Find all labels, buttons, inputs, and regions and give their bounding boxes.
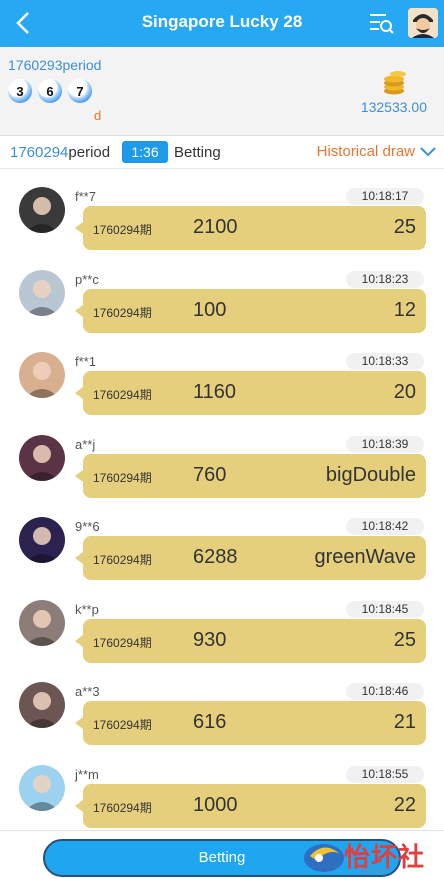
- bet-period: 1760294期: [93, 223, 152, 237]
- watermark-logo: 怡坏社区 al.com: [302, 833, 444, 879]
- bet-bubble: 1760294期 6288 greenWave: [75, 536, 426, 580]
- bet-period: 1760294期: [93, 470, 152, 485]
- username: 9**6: [75, 519, 100, 534]
- current-period: 1760294period: [10, 144, 110, 161]
- bet-choice: bigDouble: [325, 463, 416, 486]
- bet-amount: 2100: [193, 216, 238, 238]
- bet-choice: 21: [393, 711, 416, 733]
- username: f**1: [75, 354, 96, 369]
- watermark-domain: al.com: [360, 865, 387, 875]
- current-period-bar: 1760294period 1:36 Betting Historical dr…: [0, 136, 444, 169]
- bet-entry: p**c 10:18:23 1760294期 100 12: [0, 253, 444, 335]
- draw-ball: 7: [68, 79, 92, 103]
- bet-bubble: 1760294期 930 25: [75, 618, 426, 663]
- bet-time: 10:18:17: [346, 188, 424, 205]
- username: f**7: [75, 189, 96, 204]
- balance-value: 132533.00: [360, 99, 427, 115]
- bet-feed[interactable]: f**7 10:18:17 1760294期 2100 25 p**c 10:18:23 17…: [0, 170, 444, 830]
- avatar[interactable]: [19, 764, 65, 811]
- bet-period: 1760294期: [93, 553, 152, 567]
- bet-bubble: 1760294期 100 12: [75, 288, 426, 333]
- bet-time: 10:18:45: [346, 600, 424, 618]
- bet-period: 1760294期: [93, 800, 152, 815]
- bet-amount: 6288: [193, 546, 238, 568]
- bet-time: 10:18:46: [346, 683, 424, 700]
- list-search-icon[interactable]: [368, 10, 396, 36]
- coins-icon: [379, 67, 409, 95]
- last-draw-panel: 1760293period 3 6 7 d 132533.00: [0, 47, 444, 136]
- bet-bubble: 1760294期 1160 20: [75, 371, 426, 415]
- bet-time: 10:18:55: [346, 765, 424, 783]
- bet-amount: 1160: [193, 381, 237, 403]
- betting-state: Betting: [174, 144, 221, 161]
- bet-entry: k**p 10:18:45 1760294期 930 25: [0, 583, 444, 665]
- watermark-text: 怡坏社区: [344, 842, 426, 872]
- bet-entry: j**m 10:18:55 1760294期 1000 22: [0, 748, 444, 830]
- bet-entry: f**1 10:18:33 1760294期 1160 20: [0, 335, 444, 417]
- bet-choice: 20: [393, 381, 416, 403]
- bet-entry: a**3 10:18:46 1760294期 616 21: [0, 665, 444, 747]
- avatar[interactable]: [19, 269, 65, 316]
- bet-entry: f**7 10:18:17 1760294期 2100 25: [0, 170, 444, 252]
- bet-amount: 616: [193, 711, 227, 733]
- bet-bubble: 1760294期 1000 22: [75, 783, 426, 828]
- bet-amount: 930: [193, 628, 227, 651]
- avatar[interactable]: [19, 517, 65, 563]
- bet-bubble: 1760294期 616 21: [75, 701, 426, 745]
- historical-draw-toggle[interactable]: Historical draw: [317, 143, 436, 160]
- bet-time: 10:18:23: [346, 270, 424, 288]
- avatar[interactable]: [19, 187, 65, 233]
- username: a**j: [75, 436, 96, 452]
- bet-choice: 25: [393, 216, 416, 238]
- bet-time: 10:18:42: [346, 518, 424, 535]
- chevron-down-icon: [420, 146, 436, 156]
- draw-ball: 3: [8, 79, 32, 103]
- historical-draw-label: Historical draw: [316, 143, 415, 160]
- username: k**p: [75, 601, 99, 617]
- bet-time: 10:18:33: [346, 353, 424, 370]
- draw-balls: 3 6 7: [8, 79, 92, 103]
- draw-ball: 6: [38, 79, 62, 103]
- bet-entry: a**j 10:18:39 1760294期 760 bigDouble: [0, 418, 444, 500]
- top-bar: Singapore Lucky 28: [0, 0, 444, 47]
- bet-amount: 1000: [193, 793, 238, 816]
- bet-choice: 25: [393, 628, 416, 651]
- current-period-suffix: period: [68, 144, 111, 161]
- current-period-number: 1760294: [10, 144, 69, 161]
- username: p**c: [75, 271, 99, 287]
- bet-bubble: 1760294期 760 bigDouble: [75, 453, 426, 498]
- bet-time: 10:18:39: [346, 435, 424, 453]
- bet-choice: 22: [393, 793, 416, 816]
- avatar[interactable]: [19, 682, 65, 728]
- avatar[interactable]: [19, 599, 65, 646]
- avatar[interactable]: [19, 352, 65, 398]
- bet-period: 1760294期: [93, 718, 152, 732]
- bet-period: 1760294期: [93, 635, 152, 650]
- result-tag: d: [94, 108, 102, 123]
- bet-choice: greenWave: [314, 546, 416, 568]
- bet-choice: 12: [393, 298, 416, 321]
- bet-bubble: 1760294期 2100 25: [75, 206, 426, 250]
- bet-amount: 100: [193, 298, 227, 321]
- bet-period: 1760294期: [93, 388, 152, 402]
- user-avatar[interactable]: [408, 8, 438, 38]
- bet-period: 1760294期: [93, 305, 152, 320]
- bet-amount: 760: [193, 463, 227, 486]
- countdown-timer: 1:36: [122, 141, 168, 163]
- avatar[interactable]: [19, 434, 65, 481]
- last-period: 1760293period: [8, 57, 102, 73]
- bet-entry: 9**6 10:18:42 1760294期 6288 greenWave: [0, 500, 444, 582]
- username: j**m: [75, 766, 99, 782]
- username: a**3: [75, 684, 100, 699]
